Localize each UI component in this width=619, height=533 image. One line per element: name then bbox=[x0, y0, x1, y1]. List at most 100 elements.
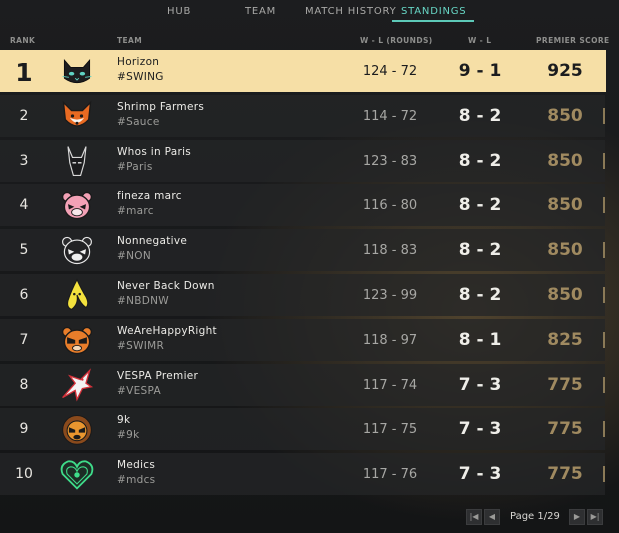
win-loss-record: 8 - 1 bbox=[458, 329, 502, 350]
header-team: TEAM bbox=[117, 36, 143, 45]
rounds-record: 124 - 72 bbox=[362, 64, 418, 79]
team-tag: #NBDNW bbox=[117, 295, 169, 307]
header-premier-score: PREMIER SCORE bbox=[536, 36, 610, 45]
team-name: Shrimp Farmers bbox=[117, 100, 205, 113]
row-rank: 1 bbox=[15, 58, 33, 87]
bird-icon bbox=[58, 367, 96, 403]
team-tag: #VESPA bbox=[117, 384, 161, 397]
win-loss-record: 7 - 3 bbox=[458, 374, 502, 395]
tab-hub[interactable]: HUB bbox=[167, 6, 191, 17]
anubis-icon bbox=[58, 143, 96, 179]
premier-score: 775 bbox=[547, 419, 583, 440]
team-tag: #marc bbox=[117, 205, 154, 218]
win-loss-record: 7 - 3 bbox=[458, 464, 502, 485]
row-edge-marker bbox=[603, 466, 605, 483]
row-edge-marker bbox=[603, 376, 605, 393]
row-edge-marker bbox=[603, 421, 605, 438]
table-row[interactable]: 5 Nonnegative #NON 118 - 83 8 - 2 850 bbox=[0, 229, 605, 272]
team-tag: #Sauce bbox=[117, 115, 160, 128]
team-name: Whos in Paris bbox=[117, 145, 192, 158]
row-edge-marker bbox=[603, 152, 605, 169]
orange-bear-icon bbox=[58, 322, 96, 358]
win-loss-record: 8 - 2 bbox=[458, 150, 502, 171]
row-edge-marker bbox=[603, 242, 605, 259]
row-rank: 2 bbox=[19, 107, 29, 124]
premier-score: 850 bbox=[547, 105, 583, 126]
row-edge-marker bbox=[603, 287, 605, 303]
last-page-icon: ▶| bbox=[590, 512, 600, 521]
team-name: fineza marc bbox=[117, 190, 182, 203]
premier-score: 775 bbox=[547, 464, 583, 485]
prev-page-button[interactable]: ◀ bbox=[484, 509, 500, 525]
table-row[interactable]: 4 fineza marc #marc 116 - 80 8 - 2 850 bbox=[0, 184, 605, 227]
tab-match-history[interactable]: MATCH HISTORY bbox=[305, 6, 397, 17]
premier-score: 850 bbox=[547, 240, 583, 261]
dark-bear-icon bbox=[58, 232, 96, 268]
win-loss-record: 7 - 3 bbox=[458, 419, 502, 440]
win-loss-record: 8 - 2 bbox=[458, 105, 502, 126]
table-row[interactable]: 3 Whos in Paris #Paris 123 - 83 8 - 2 850 bbox=[0, 139, 605, 182]
team-name: VESPA Premier bbox=[117, 369, 199, 382]
banana-icon bbox=[58, 277, 96, 313]
first-page-button[interactable]: |◀ bbox=[466, 509, 482, 525]
team-name: 9k bbox=[117, 414, 131, 427]
row-rank: 7 bbox=[19, 331, 29, 348]
win-loss-record: 8 - 2 bbox=[458, 195, 502, 216]
rounds-record: 118 - 83 bbox=[362, 243, 418, 259]
tab-standings[interactable]: STANDINGS bbox=[401, 6, 466, 17]
table-row[interactable]: 1 Horizon #SWING 124 - 72 9 - 1 925 bbox=[0, 50, 606, 92]
table-row[interactable]: 9 9k #9k 117 - 75 7 - 3 775 bbox=[0, 408, 605, 451]
team-name: WeAreHappyRight bbox=[117, 324, 217, 337]
table-row[interactable]: 2 Shrimp Farmers #Sauce 114 - 72 8 - 2 850 bbox=[0, 94, 605, 137]
team-tag: #SWIMR bbox=[117, 339, 165, 352]
rounds-record: 116 - 80 bbox=[362, 198, 418, 214]
pagination: |◀ ◀ Page 1/29 ▶ ▶| bbox=[0, 509, 619, 525]
header-wl: W - L bbox=[468, 36, 492, 45]
header-rounds: W - L (ROUNDS) bbox=[360, 36, 433, 45]
page-indicator: Page 1/29 bbox=[510, 511, 560, 522]
active-tab-indicator bbox=[392, 20, 474, 22]
win-loss-record: 8 - 2 bbox=[458, 285, 502, 305]
table-row[interactable]: 8 VESPA Premier #VESPA 117 - 74 7 - 3 775 bbox=[0, 363, 605, 406]
table-row[interactable]: 10 Medics #mdcs 117 - 76 7 - 3 775 bbox=[0, 453, 605, 496]
table-header: RANK TEAM W - L (ROUNDS) W - L PREMIER S… bbox=[0, 36, 619, 48]
rounds-record: 117 - 75 bbox=[362, 422, 418, 438]
rounds-record: 117 - 76 bbox=[362, 467, 418, 483]
pink-bear-icon bbox=[58, 187, 96, 223]
win-loss-record: 9 - 1 bbox=[458, 61, 502, 81]
fox-icon bbox=[58, 98, 96, 134]
team-name: Medics bbox=[117, 459, 156, 472]
table-row[interactable]: 7 WeAreHappyRight #SWIMR 118 - 97 8 - 1 825 bbox=[0, 318, 605, 361]
premier-score: 850 bbox=[547, 150, 583, 171]
tab-team[interactable]: TEAM bbox=[245, 6, 276, 17]
row-rank: 6 bbox=[19, 287, 29, 303]
row-rank: 5 bbox=[19, 242, 29, 259]
team-tag: #mdcs bbox=[117, 474, 156, 487]
team-tag: #9k bbox=[117, 429, 140, 442]
top-nav: HUB TEAM MATCH HISTORY STANDINGS bbox=[0, 0, 619, 22]
last-page-button[interactable]: ▶| bbox=[587, 509, 603, 525]
rounds-record: 123 - 99 bbox=[362, 288, 418, 303]
rounds-record: 123 - 83 bbox=[362, 153, 418, 169]
premier-score: 925 bbox=[547, 61, 583, 81]
lion-icon bbox=[58, 411, 96, 447]
next-page-button[interactable]: ▶ bbox=[569, 509, 585, 525]
team-tag: #Paris bbox=[117, 160, 153, 173]
team-tag: #SWING bbox=[117, 71, 164, 83]
row-rank: 9 bbox=[19, 421, 29, 438]
team-name: Never Back Down bbox=[117, 280, 215, 292]
premier-score: 850 bbox=[547, 285, 583, 305]
prev-page-icon: ◀ bbox=[488, 512, 496, 521]
row-edge-marker bbox=[603, 107, 605, 124]
header-rank: RANK bbox=[10, 36, 36, 45]
premier-score: 775 bbox=[547, 374, 583, 395]
team-name: Nonnegative bbox=[117, 235, 188, 248]
table-row[interactable]: 6 Never Back Down #NBDNW 123 - 99 8 - 2 850 bbox=[0, 274, 605, 316]
row-rank: 3 bbox=[19, 152, 29, 169]
rounds-record: 114 - 72 bbox=[362, 108, 418, 124]
premier-score: 825 bbox=[547, 329, 583, 350]
row-edge-marker bbox=[603, 331, 605, 348]
heart-icon bbox=[58, 456, 96, 492]
team-name: Horizon bbox=[117, 56, 160, 68]
rounds-record: 118 - 97 bbox=[362, 332, 418, 348]
